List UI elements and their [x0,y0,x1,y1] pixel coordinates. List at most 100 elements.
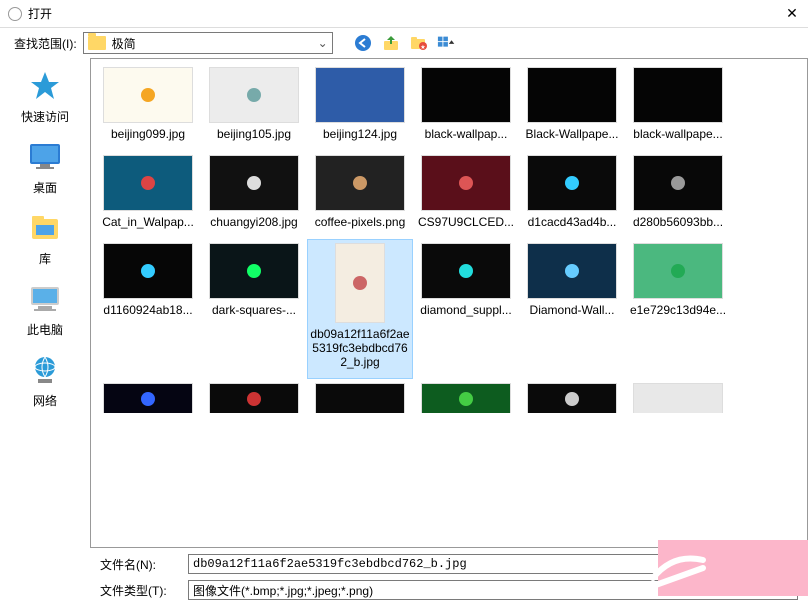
file-label: beijing124.jpg [310,127,410,141]
sidebar-thispc[interactable]: 此电脑 [10,281,80,338]
file-label: CS97U9CLCED... [416,215,516,229]
file-label: d1160924ab18... [98,303,198,317]
thumbnail-image [421,67,511,123]
folder-icon [88,36,106,50]
thumbnail-image [103,67,193,123]
newfolder-icon[interactable]: ★ [409,33,429,53]
thumbnail-image [209,243,299,299]
thumbnail-image [421,243,511,299]
file-label: db09a12f11a6f2ae5319fc3ebdbcd762_b.jpg [310,327,410,369]
file-item[interactable]: coffee-pixels.png [307,151,413,239]
sidebar-network[interactable]: 网络 [10,352,80,409]
file-item[interactable] [307,379,413,423]
thumbnail-image [335,243,385,323]
file-item[interactable]: Cat_in_Walpap... [95,151,201,239]
sidebar: 快速访问 桌面 库 此电脑 网络 [0,58,90,548]
sidebar-item-label: 桌面 [33,179,57,196]
file-label: beijing099.jpg [98,127,198,141]
thumbnail-image [421,155,511,211]
sidebar-item-label: 此电脑 [27,321,63,338]
chevron-down-icon: ⌄ [314,36,332,50]
thumbnail-image [633,155,723,211]
file-label: black-wallpap... [416,127,516,141]
file-label: Diamond-Wall... [522,303,622,317]
up-icon[interactable] [381,33,401,53]
window-title: 打开 [28,5,52,22]
thumbnail-image [527,243,617,299]
path-text: 极简 [110,35,314,52]
file-item[interactable]: dark-squares-... [201,239,307,379]
thumbnail-image [315,155,405,211]
file-label: coffee-pixels.png [310,215,410,229]
file-item[interactable]: beijing105.jpg [201,63,307,151]
file-item[interactable]: d280b56093bb... [625,151,731,239]
thumbnail-image [527,383,617,413]
file-label: Cat_in_Walpap... [98,215,198,229]
thumbnail-image [209,67,299,123]
file-label: e1e729c13d94e... [628,303,728,317]
file-list: beijing099.jpg beijing105.jpg beijing124.j… [90,58,808,548]
desktop-icon [27,139,63,175]
file-label: diamond_suppl... [416,303,516,317]
file-label: beijing105.jpg [204,127,304,141]
file-label: d1cacd43ad4b... [522,215,622,229]
file-item[interactable] [413,379,519,423]
views-icon[interactable] [437,33,457,53]
sidebar-item-label: 库 [39,250,51,267]
file-item[interactable]: beijing099.jpg [95,63,201,151]
toolbar: 查找范围(I): 极简 ⌄ ★ [0,28,808,58]
file-label: black-wallpape... [628,127,728,141]
svg-text:★: ★ [420,44,425,51]
titlebar: 打开 ✕ [0,0,808,28]
back-icon[interactable] [353,33,373,53]
thumbnail-image [103,243,193,299]
thumbnail-image [633,383,723,413]
sidebar-item-label: 快速访问 [21,108,69,125]
file-item[interactable]: d1160924ab18... [95,239,201,379]
thumbnail-image [527,67,617,123]
thumbnail-image [633,243,723,299]
file-item[interactable]: black-wallpap... [413,63,519,151]
file-item[interactable]: black-wallpape... [625,63,731,151]
file-item[interactable] [519,379,625,423]
thumbnail-image [421,383,511,413]
file-item[interactable] [201,379,307,423]
sidebar-libraries[interactable]: 库 [10,210,80,267]
file-item[interactable]: Black-Wallpape... [519,63,625,151]
computer-icon [27,281,63,317]
file-item[interactable]: d1cacd43ad4b... [519,151,625,239]
thumbnail-image [315,383,405,413]
file-item[interactable]: diamond_suppl... [413,239,519,379]
file-label: d280b56093bb... [628,215,728,229]
file-item[interactable]: e1e729c13d94e... [625,239,731,379]
file-item[interactable]: db09a12f11a6f2ae5319fc3ebdbcd762_b.jpg [307,239,413,379]
star-icon [27,68,63,104]
network-icon [27,352,63,388]
sidebar-item-label: 网络 [33,392,57,409]
app-icon [8,7,22,21]
close-button[interactable]: ✕ [784,6,800,22]
file-label: Black-Wallpape... [522,127,622,141]
thumbnail-image [209,155,299,211]
watermark-curve [648,548,708,588]
file-label: dark-squares-... [204,303,304,317]
file-item[interactable]: beijing124.jpg [307,63,413,151]
file-label: chuangyi208.jpg [204,215,304,229]
thumbnail-image [633,67,723,123]
file-item[interactable]: CS97U9CLCED... [413,151,519,239]
file-item[interactable]: chuangyi208.jpg [201,151,307,239]
thumbnail-image [103,155,193,211]
file-item[interactable]: Diamond-Wall... [519,239,625,379]
thumbnail-image [103,383,193,413]
sidebar-desktop[interactable]: 桌面 [10,139,80,196]
filename-label: 文件名(N): [100,556,180,573]
thumbnail-image [315,67,405,123]
file-item[interactable] [625,379,731,423]
sidebar-quickaccess[interactable]: 快速访问 [10,68,80,125]
thumbnail-image [527,155,617,211]
path-dropdown[interactable]: 极简 ⌄ [83,32,333,54]
lookin-label: 查找范围(I): [14,35,77,52]
file-item[interactable] [95,379,201,423]
thumbnail-image [209,383,299,413]
libraries-icon [27,210,63,246]
